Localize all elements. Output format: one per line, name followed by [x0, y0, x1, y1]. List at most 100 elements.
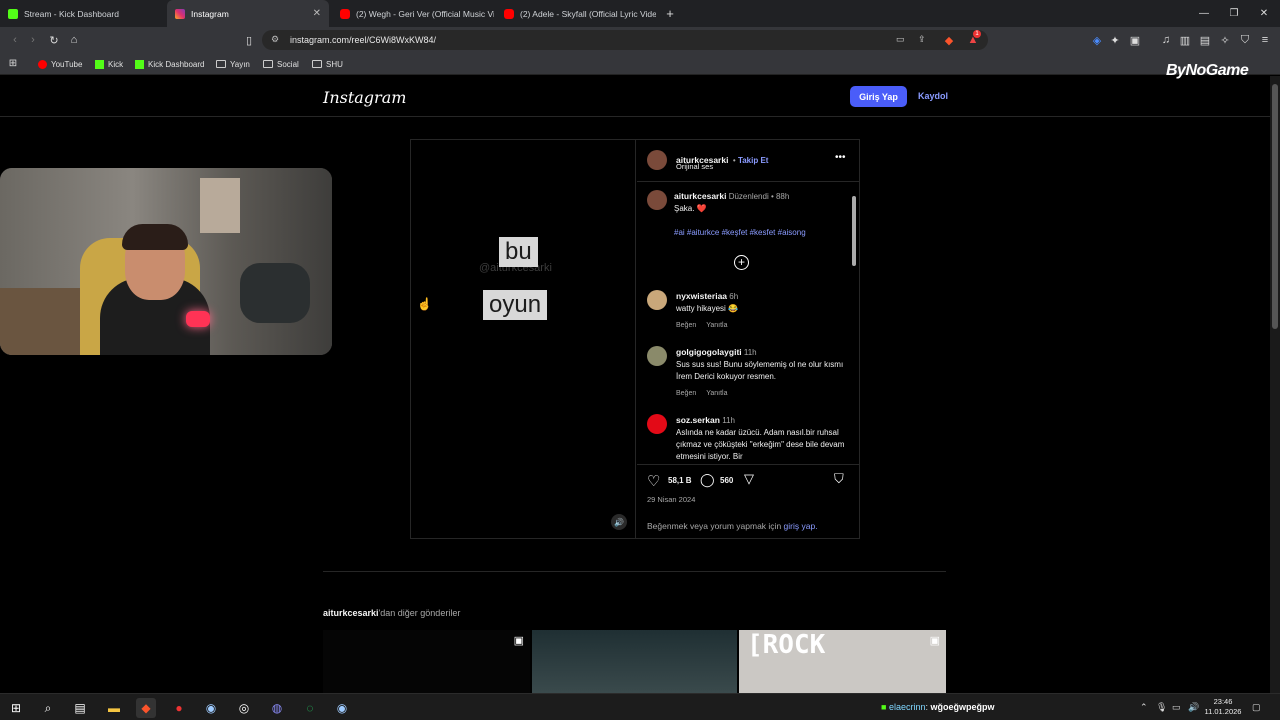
clock[interactable]: 23:46 11.01.2026 [1204, 697, 1242, 717]
login-button[interactable]: Giriş Yap [850, 86, 907, 107]
notification-center-icon[interactable]: ▢ [1252, 702, 1261, 713]
bookmark-kick[interactable]: Kick [95, 57, 123, 71]
comments-list: aiturkcesarki Düzenlendi • 88h Şaka. ❤️ … [637, 182, 860, 465]
app-icon[interactable]: ● [169, 698, 189, 718]
comment-username[interactable]: nyxwisteriaa [676, 291, 727, 301]
steam-icon[interactable]: ◉ [332, 698, 352, 718]
back-icon[interactable]: ‹ [6, 31, 24, 49]
share-icon[interactable]: ▽ [744, 471, 754, 487]
volume-icon[interactable]: 🔊 [611, 514, 627, 530]
audio-label[interactable]: Orijinal ses [676, 162, 713, 171]
kick-icon [135, 59, 144, 69]
close-window-button[interactable]: ✕ [1248, 0, 1280, 27]
like-comment-link[interactable]: Beğen [676, 390, 696, 397]
apps-grid-icon[interactable]: ⊞ [4, 54, 22, 72]
signup-link[interactable]: Kaydol [918, 91, 948, 101]
comment-username[interactable]: golgigogolaygiti [676, 347, 742, 357]
post-thumbnail[interactable]: ▣ [323, 630, 530, 693]
hashtags[interactable]: #ai #aiturkce #keşfet #kesfet #aisong [674, 227, 846, 239]
comments-scrollbar-thumb[interactable] [852, 196, 856, 266]
minimize-button[interactable]: — [1188, 0, 1220, 27]
comment-text: Sus sus sus! Bunu söylememiş ol ne olur … [676, 360, 844, 381]
sidebar-icon[interactable]: ▥ [1176, 31, 1194, 49]
extension-icon[interactable]: ◈ [1088, 31, 1106, 49]
restore-button[interactable]: ❐ [1218, 0, 1250, 27]
whatsapp-icon[interactable]: ◌ [300, 698, 320, 718]
file-explorer-icon[interactable]: ▬ [104, 698, 124, 718]
kick-chat-ticker: ■ elaecrinn: wğoeğwpeğpw [881, 702, 995, 712]
obs-icon[interactable]: ◎ [234, 698, 254, 718]
comment-body: soz.serkan 11h Aslında ne kadar üzücü. A… [676, 414, 848, 463]
heart-icon[interactable]: ♡ [647, 472, 660, 490]
reel-post: @aiturkcesarki bu oyun ☝ 🔊 aiturkcesarki… [410, 139, 860, 539]
site-info-icon[interactable]: ⚙ [271, 34, 279, 45]
caption-edited: Düzenlendi [728, 192, 769, 201]
load-more-icon[interactable]: + [734, 255, 749, 270]
page-scrollbar[interactable] [1270, 76, 1280, 693]
brave-shield-icon[interactable]: ◆ [940, 31, 958, 49]
menu-icon[interactable]: ≡ [1256, 31, 1274, 49]
network-icon[interactable]: ▭ [1172, 702, 1181, 713]
new-tab-button[interactable]: + [660, 0, 680, 27]
bookmark-folder-social[interactable]: Social [263, 57, 299, 71]
tab-kick-dashboard[interactable]: Stream - Kick Dashboard [0, 0, 165, 27]
leo-ai-icon[interactable]: ✧ [1216, 31, 1234, 49]
tab-wegh-geri-ver[interactable]: (2) Wegh - Geri Ver (Official Music Vi [332, 0, 494, 27]
home-icon[interactable]: ⌂ [65, 31, 83, 49]
clock-date: 11.01.2026 [1204, 707, 1242, 716]
music-icon[interactable]: ♫ [1157, 31, 1175, 49]
comments-scrollbar[interactable] [851, 186, 857, 460]
bookmark-kick-dashboard[interactable]: Kick Dashboard [135, 57, 204, 71]
screenshot-icon[interactable]: ▣ [1126, 31, 1144, 49]
like-comment-link[interactable]: Beğen [676, 322, 696, 329]
bookmark-icon[interactable]: ▯ [240, 31, 258, 49]
post-thumbnail[interactable] [532, 630, 737, 693]
search-icon[interactable]: ⌕ [38, 698, 58, 718]
tab-adele-skyfall[interactable]: (2) Adele - Skyfall (Official Lyric Vide… [496, 0, 656, 27]
post-thumbnail[interactable]: [ROCK ▣ [739, 630, 946, 693]
page-scrollbar-thumb[interactable] [1272, 84, 1278, 329]
kick-icon [95, 59, 104, 69]
reload-icon[interactable]: ↻ [45, 31, 63, 49]
author-avatar[interactable] [647, 190, 667, 210]
login-link[interactable]: giriş yap. [784, 521, 818, 531]
address-bar[interactable]: ⚙ instagram.com/reel/C6Wi8WxKW84/ ▭ ⇪ [262, 30, 988, 50]
close-tab-icon[interactable]: ✕ [313, 8, 321, 19]
steam-icon[interactable]: ◉ [201, 698, 221, 718]
caption-text: Şaka. ❤️ [674, 204, 707, 213]
cast-icon[interactable]: ▭ [896, 34, 905, 45]
bookmark-folder-yayin[interactable]: Yayın [216, 57, 250, 71]
share-icon[interactable]: ⇪ [918, 34, 926, 45]
tray-chevron-icon[interactable]: ⌃ [1140, 702, 1148, 713]
forward-icon[interactable]: › [24, 31, 42, 49]
author-avatar[interactable] [647, 150, 667, 170]
comment-icon[interactable]: ◯ [700, 472, 715, 488]
tab-instagram[interactable]: Instagram ✕ [167, 0, 329, 27]
vpn-icon[interactable]: ⛉ [1236, 31, 1254, 49]
post-header: aiturkcesarki • Takip Et Orijinal ses ••… [637, 140, 860, 182]
brave-browser-icon[interactable]: ◆ [136, 698, 156, 718]
volume-icon[interactable]: 🔊 [1188, 702, 1199, 713]
commenter-avatar[interactable] [647, 346, 667, 366]
comment-username[interactable]: soz.serkan [676, 415, 720, 425]
caption-author[interactable]: aiturkcesarki [674, 191, 726, 201]
save-icon[interactable]: ⛉ [834, 471, 844, 487]
reply-link[interactable]: Yanıtla [706, 390, 727, 397]
more-posts-user[interactable]: aiturkcesarki [323, 608, 379, 618]
instagram-logo[interactable]: Instagram [323, 88, 406, 107]
microphone-icon[interactable]: 🎙 [1156, 702, 1167, 713]
task-view-icon[interactable]: ▤ [70, 698, 90, 718]
commenter-avatar[interactable] [647, 414, 667, 434]
reply-link[interactable]: Yanıtla [706, 322, 727, 329]
follow-link[interactable]: Takip Et [738, 156, 769, 165]
discord-icon[interactable]: ◍ [267, 698, 287, 718]
folder-icon [216, 60, 226, 68]
bookmark-youtube[interactable]: YouTube [38, 57, 82, 71]
windows-start-icon[interactable]: ⊞ [6, 698, 26, 718]
wallet-icon[interactable]: ▤ [1196, 31, 1214, 49]
commenter-avatar[interactable] [647, 290, 667, 310]
puzzle-icon[interactable]: ✦ [1106, 31, 1124, 49]
more-options-icon[interactable]: ••• [835, 152, 846, 163]
reel-video[interactable]: @aiturkcesarki bu oyun ☝ 🔊 [411, 140, 636, 538]
bookmark-folder-shu[interactable]: SHU [312, 57, 343, 71]
